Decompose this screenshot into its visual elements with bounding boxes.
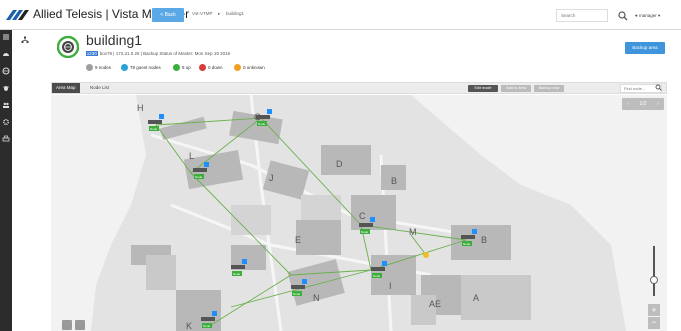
top-bar: Allied Telesis | Vista Manager < Back Vs… bbox=[0, 0, 681, 30]
zoom-in-button[interactable]: + bbox=[648, 304, 660, 316]
svg-text:Node: Node bbox=[258, 122, 266, 126]
label-n: N bbox=[313, 293, 320, 303]
down-arrow-icon bbox=[199, 64, 206, 72]
gear-icon[interactable] bbox=[2, 118, 10, 126]
stat-up[interactable]: 8 up bbox=[173, 64, 191, 72]
breadcrumb-parent[interactable]: Vst-VTMP bbox=[192, 11, 213, 16]
user-icon: ● bbox=[635, 13, 638, 18]
svg-text:Node: Node bbox=[293, 292, 301, 296]
chevron-down-icon: ▾ bbox=[658, 13, 661, 18]
label-b-upper: B bbox=[391, 176, 397, 186]
users-icon[interactable] bbox=[2, 101, 10, 109]
label-m: M bbox=[409, 227, 417, 237]
up-arrow-icon bbox=[173, 64, 180, 72]
user-name: manager bbox=[638, 13, 657, 18]
stat-down[interactable]: 0 down bbox=[199, 64, 223, 72]
page-title: building1 bbox=[86, 32, 143, 48]
building-details-text: box78 | 172.31.0.26 | Backup Status of M… bbox=[99, 51, 231, 56]
guest-node-icon bbox=[121, 64, 128, 72]
label-ae: AE bbox=[429, 299, 441, 309]
tab-node-list[interactable]: Node List bbox=[86, 83, 113, 93]
back-button[interactable]: < Back bbox=[152, 8, 184, 22]
label-i: I bbox=[389, 281, 392, 291]
pager-current: 1/2 bbox=[639, 101, 647, 107]
user-menu[interactable]: ● manager ▾ bbox=[635, 9, 679, 22]
map-pager: ‹ 1/2 › bbox=[622, 98, 664, 110]
search-input[interactable] bbox=[556, 9, 608, 22]
breadcrumb-current: building1 bbox=[226, 11, 245, 16]
zoom-out-button[interactable]: − bbox=[648, 317, 660, 329]
node-icon bbox=[86, 64, 93, 72]
svg-text:Node: Node bbox=[463, 242, 471, 246]
label-a: A bbox=[473, 293, 479, 303]
chevron-right-icon[interactable]: › bbox=[652, 98, 664, 110]
area-map[interactable]: H G L J D B C M B E N I AE A K Node bbox=[51, 95, 667, 331]
backup-area-button[interactable]: Backup area bbox=[625, 42, 665, 54]
globe-icon[interactable] bbox=[2, 67, 10, 75]
unknown-icon bbox=[234, 64, 241, 72]
stat-guest-nodes[interactable]: 78 guest nodes bbox=[121, 64, 161, 72]
svg-text:Node: Node bbox=[195, 175, 203, 179]
zoom-slider-track[interactable] bbox=[653, 246, 655, 296]
campus-map-svg: H G L J D B C M B E N I AE A K Node bbox=[91, 95, 626, 331]
label-j: J bbox=[269, 173, 274, 183]
map-settings-icon[interactable] bbox=[62, 320, 72, 330]
menu-icon[interactable] bbox=[2, 33, 10, 41]
model-badge: x230 bbox=[86, 51, 98, 56]
stat-nodes[interactable]: 9 nodes bbox=[86, 64, 111, 72]
topology-tree-icon[interactable] bbox=[21, 36, 29, 44]
edit-mode-button[interactable]: Edit mode bbox=[468, 85, 498, 92]
breadcrumb-separator: ▸ bbox=[218, 11, 221, 16]
svg-text:Node: Node bbox=[361, 230, 369, 234]
zoom-slider-handle[interactable] bbox=[650, 276, 658, 284]
access-point-marker[interactable] bbox=[423, 252, 429, 258]
dashboard-icon[interactable] bbox=[2, 50, 10, 58]
stat-unknown[interactable]: 0 unknown bbox=[234, 64, 265, 72]
allied-telesis-logo-icon bbox=[6, 10, 29, 20]
view-tabs-bar: Area Map Node List Edit mode Add to area… bbox=[51, 82, 667, 94]
printer-icon[interactable] bbox=[2, 135, 10, 143]
add-to-area-button[interactable]: Add to area bbox=[501, 85, 531, 92]
building-details: x230 box78 | 172.31.0.26 | Backup Status … bbox=[86, 51, 230, 56]
svg-text:Node: Node bbox=[203, 324, 211, 328]
building-status-icon bbox=[57, 36, 79, 58]
find-search-icon[interactable] bbox=[655, 84, 662, 91]
label-l: L bbox=[189, 151, 194, 161]
backup-now-button[interactable]: Backup now bbox=[534, 85, 564, 92]
search-icon[interactable] bbox=[617, 9, 629, 22]
vista-manager-window: Allied Telesis | Vista Manager < Back Vs… bbox=[0, 0, 681, 331]
label-e: E bbox=[295, 235, 301, 245]
map-camera-icon[interactable] bbox=[75, 320, 85, 330]
svg-text:Node: Node bbox=[150, 127, 158, 131]
chevron-left-icon[interactable]: ‹ bbox=[622, 98, 634, 110]
left-sidebar bbox=[0, 30, 12, 331]
label-c: C bbox=[359, 211, 366, 221]
label-h: H bbox=[137, 103, 144, 113]
label-d: D bbox=[336, 159, 343, 169]
svg-text:Node: Node bbox=[373, 274, 381, 278]
bug-icon[interactable] bbox=[2, 84, 10, 92]
svg-text:Node: Node bbox=[233, 272, 241, 276]
label-k: K bbox=[186, 321, 192, 331]
tab-area-map[interactable]: Area Map bbox=[52, 83, 80, 93]
label-b-right: B bbox=[481, 235, 487, 245]
